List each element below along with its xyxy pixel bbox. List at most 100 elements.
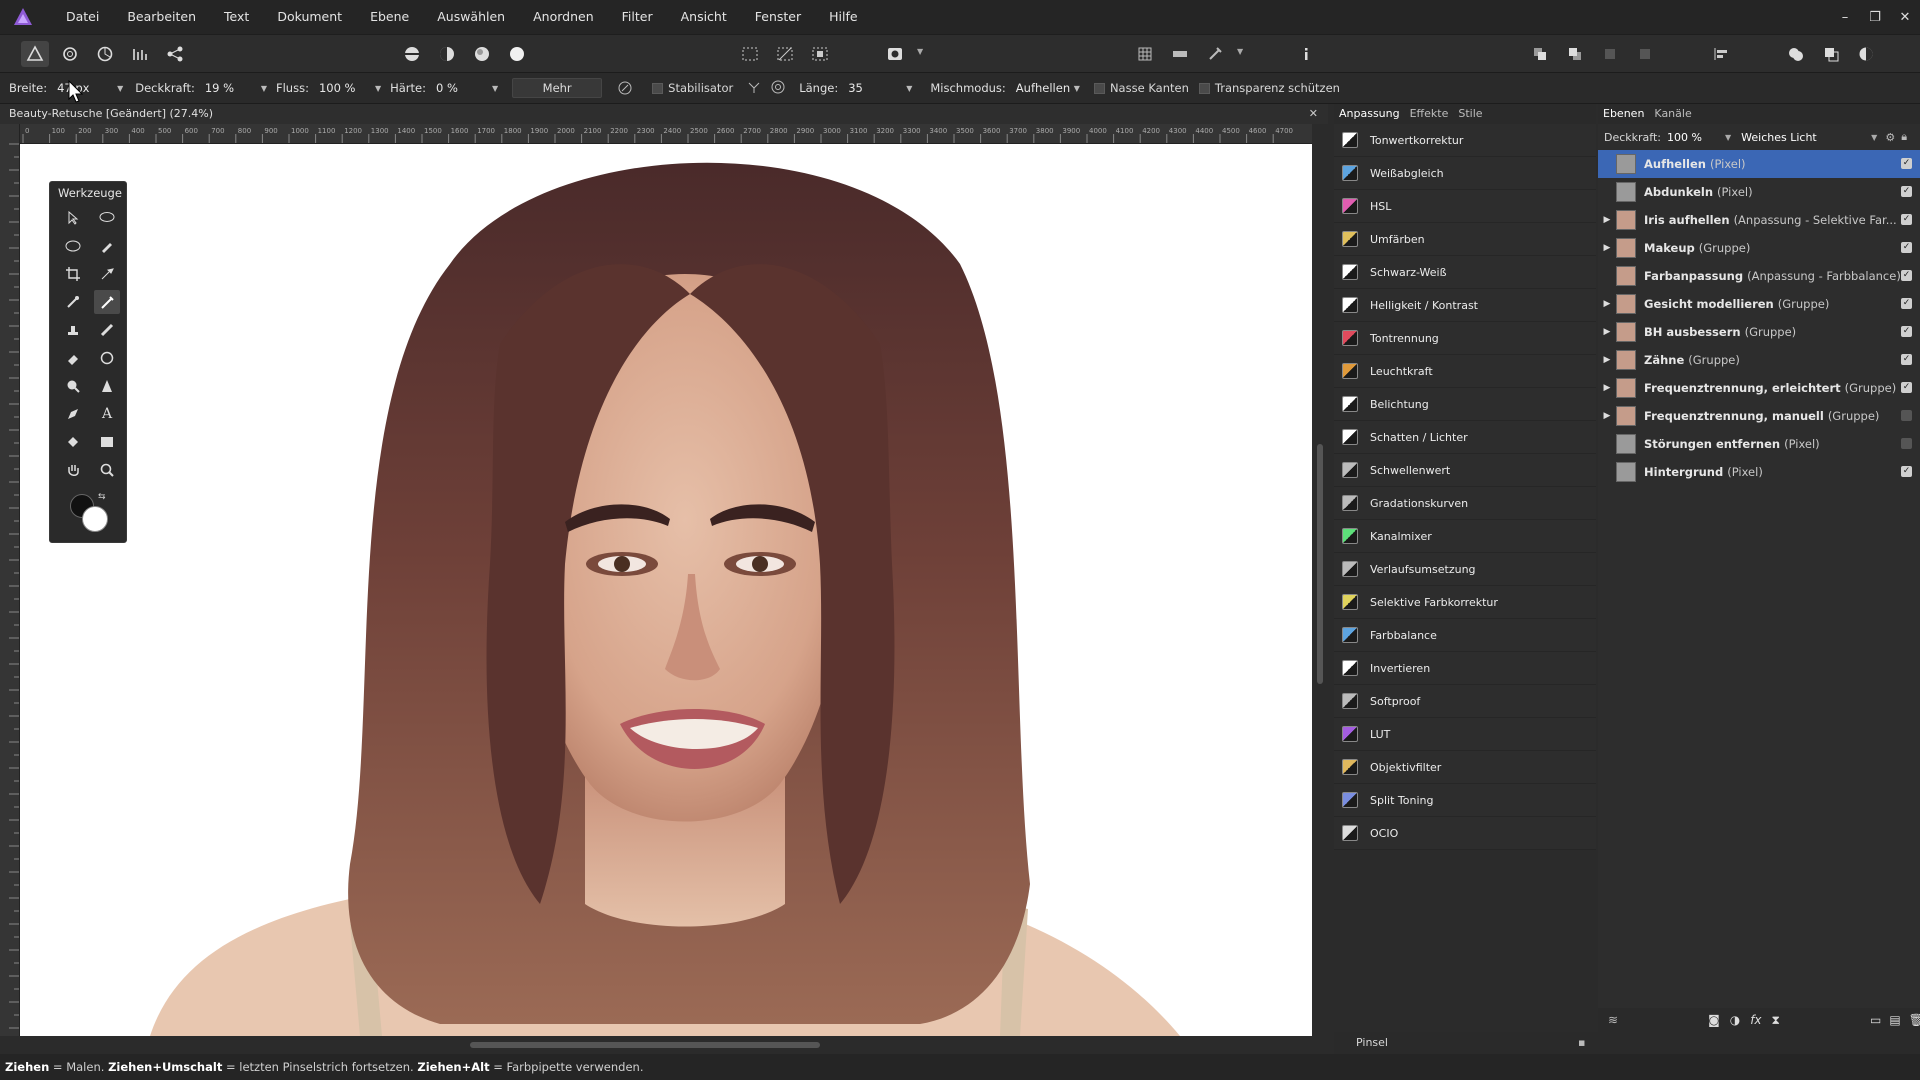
adjustment-item[interactable]: Schwarz-Weiß <box>1334 256 1596 289</box>
expand-arrow-icon[interactable]: ▶ <box>1598 355 1616 365</box>
rope-mode-icon[interactable] <box>747 80 761 97</box>
document-tab[interactable]: Beauty-Retusche [Geändert] (27.4%) ✕ <box>0 104 1328 124</box>
arrange-back-icon[interactable] <box>1561 41 1589 67</box>
adjustment-item[interactable]: Gradationskurven <box>1334 487 1596 520</box>
swap-colors-icon[interactable]: ⇆ <box>98 492 106 502</box>
layer-visibility-checkbox[interactable] <box>1901 410 1912 421</box>
text-tool-icon[interactable]: A <box>94 402 120 426</box>
move-tool-icon[interactable] <box>60 206 86 230</box>
invert-selection-icon[interactable] <box>806 41 834 67</box>
hand-tool-icon[interactable] <box>60 458 86 482</box>
add-group-icon[interactable]: ▭ <box>1870 1013 1881 1027</box>
layer-row[interactable]: Hintergrund (Pixel) ✓ <box>1598 458 1920 486</box>
quick-mask-icon[interactable] <box>881 41 909 67</box>
layer-blend-dropdown-icon[interactable]: ▼ <box>1871 133 1877 142</box>
assistant-icon[interactable] <box>1166 41 1194 67</box>
menu-item-10[interactable]: Hilfe <box>815 0 871 34</box>
layer-visibility-checkbox[interactable]: ✓ <box>1901 270 1912 281</box>
menu-item-2[interactable]: Text <box>210 0 263 34</box>
color-swatches[interactable]: ⇆ <box>68 492 112 536</box>
adjustment-tab-1[interactable]: Effekte <box>1405 104 1454 124</box>
lasso-tool-icon[interactable] <box>94 206 120 230</box>
wet-edges-checkbox[interactable] <box>1093 82 1105 94</box>
tone-mapping-persona-icon[interactable] <box>126 41 154 67</box>
arrange-front-icon[interactable] <box>1526 41 1554 67</box>
adjustment-item[interactable]: OCIO <box>1334 817 1596 850</box>
adjustment-item[interactable]: Helligkeit / Kontrast <box>1334 289 1596 322</box>
adjustment-item[interactable]: Farbbalance <box>1334 619 1596 652</box>
width-dropdown-icon[interactable]: ▼ <box>117 84 123 93</box>
adjustment-item[interactable]: Schatten / Lichter <box>1334 421 1596 454</box>
layer-stack-icon[interactable]: ≋ <box>1608 1013 1618 1027</box>
adjustment-item[interactable]: Selektive Farbkorrektur <box>1334 586 1596 619</box>
adjustment-item[interactable]: Umfärben <box>1334 223 1596 256</box>
boolean-add-icon[interactable] <box>1782 41 1810 67</box>
blur-tool-icon[interactable] <box>60 374 86 398</box>
layer-visibility-checkbox[interactable]: ✓ <box>1901 158 1912 169</box>
length-field[interactable]: 35 <box>844 79 902 97</box>
adjustment-item[interactable]: Leuchtkraft <box>1334 355 1596 388</box>
adjustment-item[interactable]: Softproof <box>1334 685 1596 718</box>
expand-arrow-icon[interactable]: ▶ <box>1598 383 1616 393</box>
fill-tool-icon[interactable] <box>60 430 86 454</box>
menu-item-8[interactable]: Ansicht <box>667 0 741 34</box>
menu-item-7[interactable]: Filter <box>608 0 667 34</box>
add-effect-icon[interactable]: fx <box>1750 1013 1761 1027</box>
adjustment-item[interactable]: Weißabgleich <box>1334 157 1596 190</box>
freehand-selection-icon[interactable] <box>60 234 86 258</box>
layer-row[interactable]: ▶ Zähne (Gruppe) ✓ <box>1598 346 1920 374</box>
stabilizer-checkbox[interactable] <box>652 82 664 94</box>
paint-brush-tool-icon[interactable] <box>94 290 120 314</box>
hardness-dropdown-icon[interactable]: ▼ <box>492 84 498 93</box>
more-button[interactable]: Mehr <box>512 78 603 98</box>
menu-item-6[interactable]: Anordnen <box>519 0 608 34</box>
flow-field[interactable]: 100 % <box>315 79 371 97</box>
brush-options-icon[interactable] <box>1201 41 1229 67</box>
length-dropdown-icon[interactable]: ▼ <box>906 84 912 93</box>
auto-levels-icon[interactable] <box>398 41 426 67</box>
menu-item-5[interactable]: Auswählen <box>423 0 519 34</box>
arrange-backward-icon[interactable] <box>1631 41 1659 67</box>
layer-visibility-checkbox[interactable]: ✓ <box>1901 214 1912 225</box>
adjustment-item[interactable]: Verlaufsumsetzung <box>1334 553 1596 586</box>
close-document-icon[interactable]: ✕ <box>1309 104 1318 124</box>
flood-select-icon[interactable] <box>60 290 86 314</box>
photo-persona-icon[interactable] <box>21 41 49 67</box>
adjustment-item[interactable]: Kanalmixer <box>1334 520 1596 553</box>
add-pixel-layer-icon[interactable]: ▤ <box>1889 1013 1900 1027</box>
layer-visibility-checkbox[interactable]: ✓ <box>1901 354 1912 365</box>
selection-brush-icon[interactable] <box>94 234 120 258</box>
secondary-color-swatch[interactable] <box>82 506 108 532</box>
auto-white-balance-icon[interactable] <box>503 41 531 67</box>
expand-arrow-icon[interactable]: ▶ <box>1598 327 1616 337</box>
auto-contrast-icon[interactable] <box>433 41 461 67</box>
adjustment-item[interactable]: Invertieren <box>1334 652 1596 685</box>
auto-colors-icon[interactable] <box>468 41 496 67</box>
layer-lock-icon[interactable]: 🔒︎ <box>1901 130 1907 144</box>
minimize-icon[interactable]: – <box>1830 10 1860 25</box>
hardness-field[interactable]: 0 % <box>432 79 488 97</box>
expand-arrow-icon[interactable]: ▶ <box>1598 243 1616 253</box>
zoom-tool-icon[interactable] <box>94 458 120 482</box>
arrange-forward-icon[interactable] <box>1596 41 1624 67</box>
adjustment-item[interactable]: Objektivfilter <box>1334 751 1596 784</box>
sharpen-tool-icon[interactable] <box>94 374 120 398</box>
layer-blend-mode-select[interactable]: Weiches Licht <box>1741 131 1871 144</box>
align-icon[interactable] <box>1707 41 1735 67</box>
adjustment-item[interactable]: HSL <box>1334 190 1596 223</box>
menu-item-0[interactable]: Datei <box>52 0 113 34</box>
boolean-subtract-icon[interactable] <box>1817 41 1845 67</box>
layer-opacity-dropdown-icon[interactable]: ▼ <box>1725 133 1731 142</box>
layers-tab-1[interactable]: Kanäle <box>1649 104 1696 124</box>
blend-mode-dropdown-icon[interactable]: ▼ <box>1074 84 1080 93</box>
layer-row[interactable]: ▶ Gesicht modellieren (Gruppe) ✓ <box>1598 290 1920 318</box>
clone-stamp-icon[interactable] <box>60 318 86 342</box>
selection-marquee-icon[interactable] <box>736 41 764 67</box>
layer-row[interactable]: ▶ BH ausbessern (Gruppe) ✓ <box>1598 318 1920 346</box>
brush-panel-bar[interactable]: Pinsel ▪ <box>1334 1032 1920 1054</box>
menu-item-9[interactable]: Fenster <box>741 0 815 34</box>
close-window-icon[interactable]: ✕ <box>1890 10 1920 25</box>
info-icon[interactable] <box>1292 41 1320 67</box>
expand-arrow-icon[interactable]: ▶ <box>1598 299 1616 309</box>
layer-settings-icon[interactable]: ⚙ <box>1885 131 1895 144</box>
